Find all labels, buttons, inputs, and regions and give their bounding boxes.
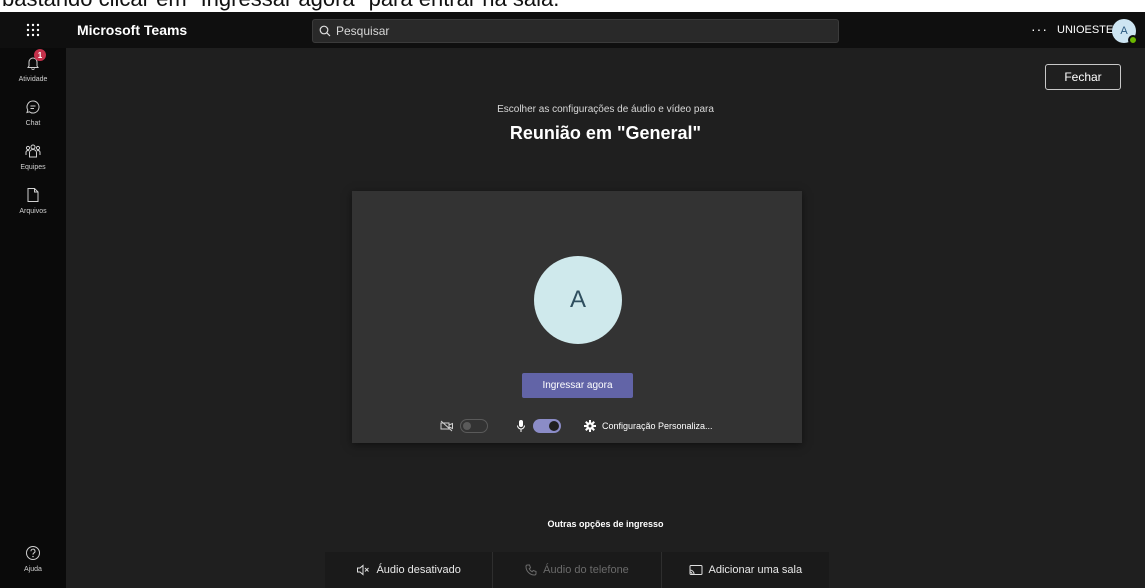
camera-control: [440, 415, 488, 437]
org-name[interactable]: UNIOESTE: [1057, 12, 1113, 48]
file-icon: [22, 184, 44, 206]
caption-strip: bastando clicar em "Ingressar agora" par…: [0, 0, 1145, 12]
search-icon: [319, 25, 331, 37]
rail-item-label: Arquivos: [19, 208, 47, 215]
bell-icon: 1: [22, 49, 46, 74]
camera-off-icon: [440, 420, 453, 432]
phone-audio-option[interactable]: Áudio do telefone: [493, 552, 662, 588]
caption-text: bastando clicar em "Ingressar agora" par…: [2, 0, 559, 11]
other-options-title: Outras opções de ingresso: [547, 519, 664, 529]
profile-avatar[interactable]: A: [1112, 19, 1138, 45]
device-settings-button[interactable]: Configuração Personaliza...: [584, 415, 713, 437]
close-button[interactable]: Fechar: [1045, 64, 1121, 90]
rail-item-label: Equipes: [20, 164, 46, 171]
speaker-off-icon: [357, 564, 370, 576]
mic-toggle[interactable]: [533, 419, 561, 433]
profile-initial: A: [1120, 25, 1128, 37]
rail-item-teams[interactable]: Equipes: [0, 140, 66, 184]
camera-toggle[interactable]: [460, 419, 488, 433]
mic-control: [516, 415, 561, 437]
audio-off-label: Áudio desativado: [376, 564, 461, 576]
cast-icon: [689, 565, 703, 575]
teams-icon: [22, 140, 44, 162]
gear-icon: [584, 420, 596, 432]
app-title: Microsoft Teams: [77, 22, 188, 38]
preview-avatar: A: [534, 256, 622, 344]
search-box[interactable]: [312, 19, 839, 43]
rail-item-label: Chat: [25, 120, 41, 127]
rail-item-activity[interactable]: 1 Atividade: [0, 49, 66, 96]
video-preview: A Ingressar agora Configuração Personali…: [352, 191, 802, 443]
notification-badge: 1: [34, 49, 46, 61]
app-rail: 1 Atividade Chat Equipes Arquivos Ajuda: [0, 48, 66, 588]
phone-audio-label: Áudio do telefone: [543, 564, 629, 576]
rail-item-files[interactable]: Arquivos: [0, 184, 66, 228]
av-controls: Configuração Personaliza...: [352, 415, 802, 437]
microphone-icon: [517, 420, 525, 432]
prejoin-screen: Fechar Escolher as configurações de áudi…: [66, 48, 1145, 588]
more-options-button[interactable]: ···: [1031, 12, 1048, 48]
prejoin-subtitle: Escolher as configurações de áudio e víd…: [497, 104, 714, 115]
preview-initial: A: [569, 286, 586, 313]
join-now-button[interactable]: Ingressar agora: [522, 373, 633, 398]
other-join-options: Áudio desativado Áudio do telefone Adici…: [325, 552, 829, 588]
chat-icon: [22, 96, 44, 118]
rail-item-chat[interactable]: Chat: [0, 96, 66, 140]
meeting-title: Reunião em "General": [509, 123, 702, 143]
phone-icon: [525, 564, 537, 576]
rail-item-label: Atividade: [18, 76, 48, 83]
presence-available-icon: [1128, 35, 1138, 45]
top-bar: Microsoft Teams ··· UNIOESTE A: [0, 12, 1145, 48]
search-input[interactable]: [336, 24, 816, 38]
waffle-icon: [26, 23, 40, 37]
audio-off-option[interactable]: Áudio desativado: [325, 552, 494, 588]
app-launcher-button[interactable]: [0, 12, 66, 48]
teams-window: Microsoft Teams ··· UNIOESTE A 1 Ativida: [0, 12, 1145, 588]
add-room-label: Adicionar uma sala: [708, 564, 803, 576]
rail-item-label: Ajuda: [24, 566, 42, 573]
device-settings-label: Configuração Personaliza...: [602, 421, 713, 431]
help-icon: [22, 542, 44, 564]
rail-item-help[interactable]: Ajuda: [0, 542, 66, 586]
add-room-option[interactable]: Adicionar uma sala: [662, 552, 829, 588]
